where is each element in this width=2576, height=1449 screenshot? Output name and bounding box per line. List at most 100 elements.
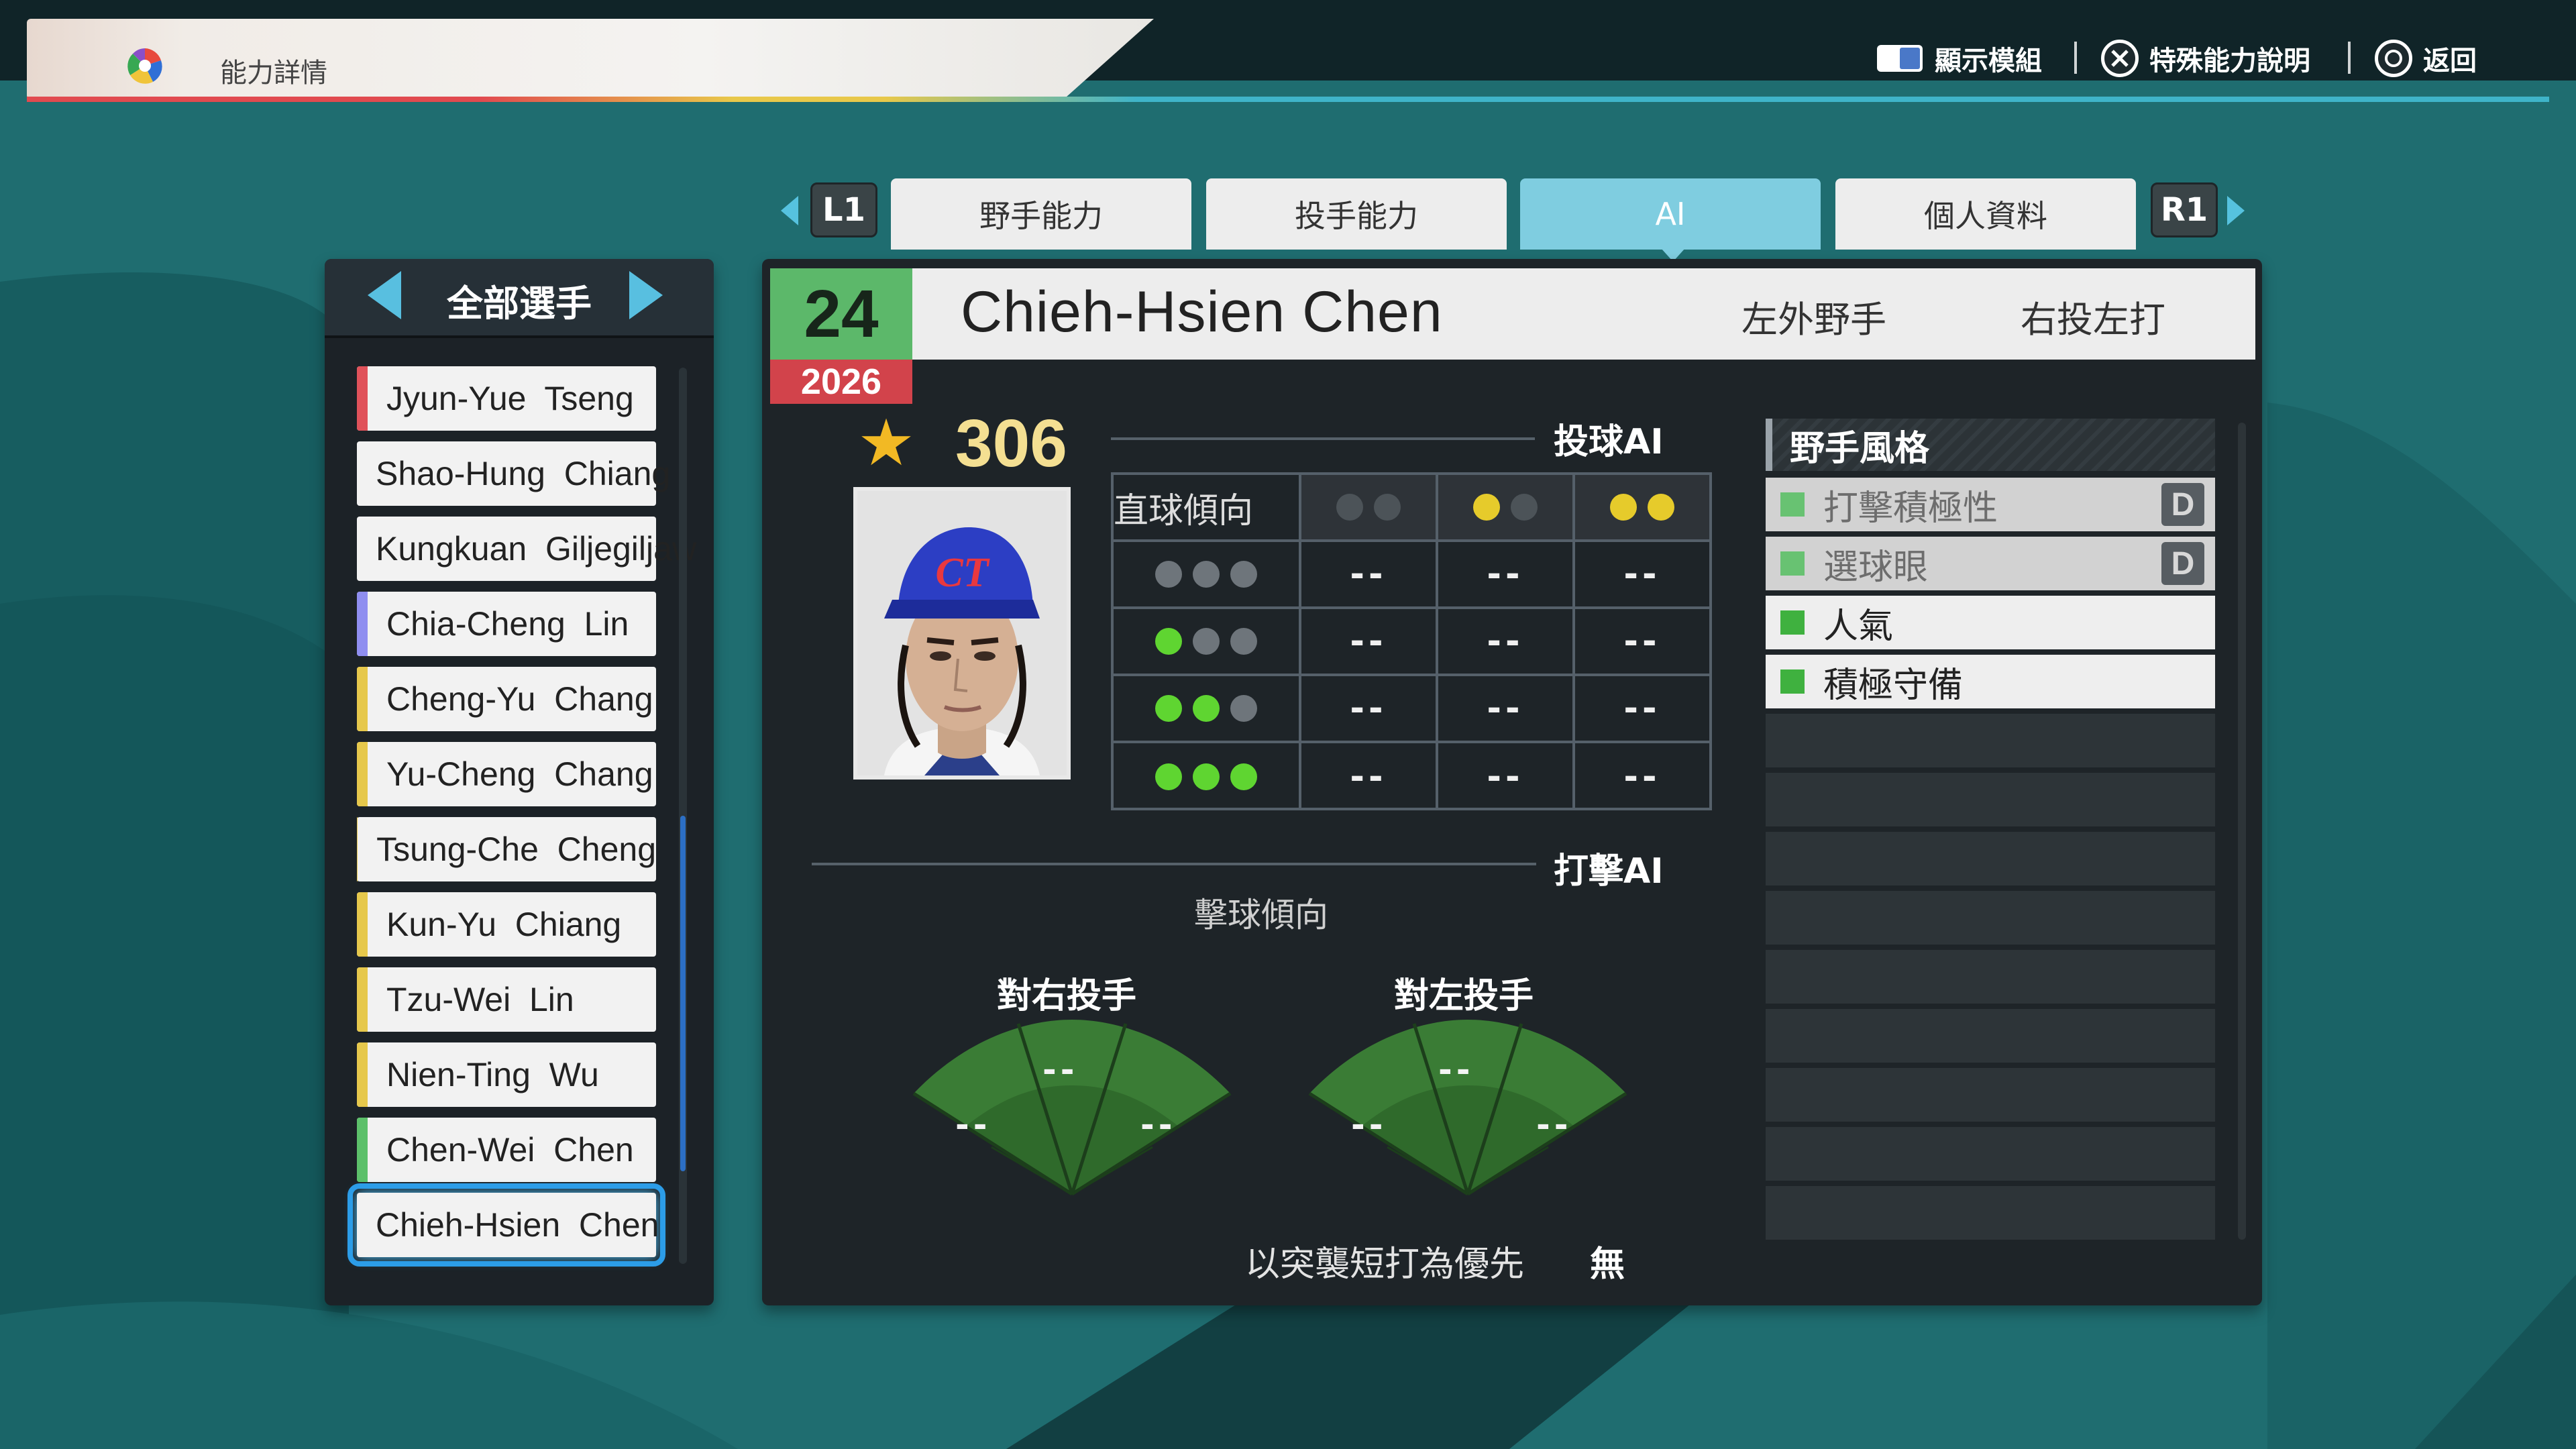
pitch-cell: --: [1623, 757, 1661, 797]
roster-player-row[interactable]: Cheng-Yu Chang: [357, 667, 656, 731]
roster-player-row[interactable]: Tzu-Wei Lin: [357, 967, 656, 1032]
vs-rhp-right: --: [1140, 1106, 1177, 1144]
roster-player-name: Chen-Wei Chen: [386, 1131, 634, 1169]
pitch-cell: --: [1438, 609, 1575, 676]
roster-player-name: Chieh-Hsien Chen: [376, 1206, 659, 1244]
position-color-stripe: [357, 967, 368, 1032]
pitch-cell: --: [1301, 676, 1438, 743]
roster-player-name: Shao-Hung Chiang: [376, 455, 671, 492]
tab-personal-data[interactable]: 個人資料: [1835, 178, 2136, 250]
roster-player-row[interactable]: Jyun-Yue Tseng: [357, 366, 656, 431]
back-hint[interactable]: 返回: [2375, 39, 2477, 78]
fielder-style-item[interactable]: 積極守備: [1766, 655, 2215, 708]
pitch-ai-label: 投球AI: [1554, 422, 1664, 462]
roster-prev-arrow-icon[interactable]: [368, 271, 401, 319]
roster-player-row[interactable]: Nien-Ting Wu: [357, 1042, 656, 1107]
roster-player-name: Jyun-Yue Tseng: [386, 380, 634, 417]
pitch-ai-table: 直球傾向 -- -- -- -- -- -- -- -- -- -- -- --: [1111, 472, 1712, 810]
roster-player-row[interactable]: Tsung-Che Cheng: [357, 817, 656, 881]
grade-badge: D: [2161, 483, 2204, 526]
position-color-stripe: [357, 667, 368, 731]
roster-player-row[interactable]: Chen-Wei Chen: [357, 1118, 656, 1182]
back-label: 返回: [2423, 46, 2477, 76]
roster-scrollbar-thumb[interactable]: [680, 816, 686, 1171]
fielder-style-empty-slot: [1766, 773, 2215, 826]
fielder-style-item[interactable]: 選球眼 D: [1766, 537, 2215, 590]
uniform-number: 24: [770, 268, 912, 360]
player-name: Chieh-Hsien Chen: [961, 280, 1443, 344]
position-color-stripe: [357, 592, 368, 656]
status-square-icon: [1780, 492, 1805, 517]
cap-logo: CT: [935, 550, 989, 596]
roster-player-row[interactable]: Kungkuan Giljegiljaw: [357, 517, 696, 581]
vs-rhp-left: --: [955, 1106, 991, 1144]
position-color-stripe: [357, 892, 368, 957]
tab-pitcher-ability[interactable]: 投手能力: [1206, 178, 1507, 250]
cross-button-icon: [2101, 40, 2139, 77]
circle-button-icon: [2375, 40, 2412, 77]
status-square-icon: [1780, 669, 1805, 694]
vs-lhp-left: --: [1351, 1106, 1387, 1144]
pitch-row-header-2: [1114, 609, 1301, 676]
tab-prev-arrow-icon[interactable]: [781, 196, 798, 225]
roster-player-name: Nien-Ting Wu: [386, 1056, 599, 1093]
l1-button[interactable]: L1: [810, 182, 877, 237]
fielder-style-item[interactable]: 打擊積極性 D: [1766, 478, 2215, 531]
pitch-row-header-3: [1114, 676, 1301, 743]
position-color-stripe: [357, 366, 368, 431]
tab-fielder-ability[interactable]: 野手能力: [891, 178, 1191, 250]
tab-ai[interactable]: AI: [1520, 178, 1821, 250]
pitch-cell: --: [1575, 676, 1709, 743]
fielder-style-empty-slot: [1766, 950, 2215, 1004]
roster-player-name: Cheng-Yu Chang: [386, 680, 653, 718]
grade-badge: D: [2161, 542, 2204, 585]
help-separator: [2074, 42, 2077, 74]
bat-ai-label: 打擊AI: [1554, 851, 1664, 892]
roster-player-row[interactable]: Chieh-Hsien Chen: [347, 1183, 665, 1267]
fielder-style-empty-slot: [1766, 714, 2215, 767]
position-color-stripe: [357, 1118, 368, 1182]
pitch-col-header-1: [1301, 475, 1438, 542]
pitch-cell: --: [1301, 542, 1438, 609]
roster-player-name: Yu-Cheng Chang: [386, 755, 653, 793]
pitch-row-header-1: [1114, 542, 1301, 609]
roster-player-row[interactable]: Kun-Yu Chiang: [357, 892, 656, 957]
help-separator: [2348, 42, 2351, 74]
fielder-style-empty-slot: [1766, 1009, 2215, 1063]
pitch-cell: --: [1438, 676, 1575, 743]
tab-next-arrow-icon[interactable]: [2227, 196, 2245, 225]
roster-player-row[interactable]: Shao-Hung Chiang: [357, 441, 670, 506]
roster-next-arrow-icon[interactable]: [629, 271, 663, 319]
roster-player-row[interactable]: Yu-Cheng Chang: [357, 742, 656, 806]
game-logo-icon: [127, 48, 162, 84]
fielder-style-label: 打擊積極性: [1823, 488, 1998, 529]
bunt-priority-label: 以突襲短打為優先: [1245, 1244, 1525, 1285]
fielder-style-empty-slot: [1766, 832, 2215, 885]
title-bar-accent-line: [27, 97, 2549, 102]
hit-tendency-label: 擊球傾向: [1194, 896, 1328, 934]
roster-player-name: Chia-Cheng Lin: [386, 605, 629, 643]
display-model-label: 顯示模組: [1935, 46, 2042, 76]
vs-lhp-right: --: [1536, 1106, 1572, 1144]
player-face-image: CT: [857, 491, 1067, 775]
roster-player-name: Tzu-Wei Lin: [386, 981, 574, 1018]
roster-player-name: Kun-Yu Chiang: [386, 906, 622, 943]
special-ability-hint[interactable]: 特殊能力說明: [2101, 39, 2310, 78]
touchpad-icon: [1877, 45, 1923, 72]
display-model-hint[interactable]: 顯示模組: [1876, 39, 2042, 78]
fielder-style-item[interactable]: 人氣: [1766, 596, 2215, 649]
player-portrait: CT: [853, 487, 1071, 780]
vs-rhp-center: --: [1042, 1051, 1079, 1089]
pitch-cell: --: [1575, 609, 1709, 676]
special-ability-label: 特殊能力說明: [2149, 46, 2310, 76]
pitch-col-header-3: [1575, 475, 1709, 542]
position-color-stripe: [357, 742, 368, 806]
fielder-style-empty-slot: [1766, 1186, 2215, 1240]
r1-button[interactable]: R1: [2151, 182, 2218, 237]
fielder-style-header: 野手風格: [1766, 419, 2215, 471]
title-bar: [27, 19, 1154, 99]
pitch-cell: --: [1301, 609, 1438, 676]
fielder-style-label: 選球眼: [1823, 547, 1929, 588]
roster-player-row[interactable]: Chia-Cheng Lin: [357, 592, 656, 656]
fielder-style-scrollbar[interactable]: [2238, 423, 2246, 1240]
